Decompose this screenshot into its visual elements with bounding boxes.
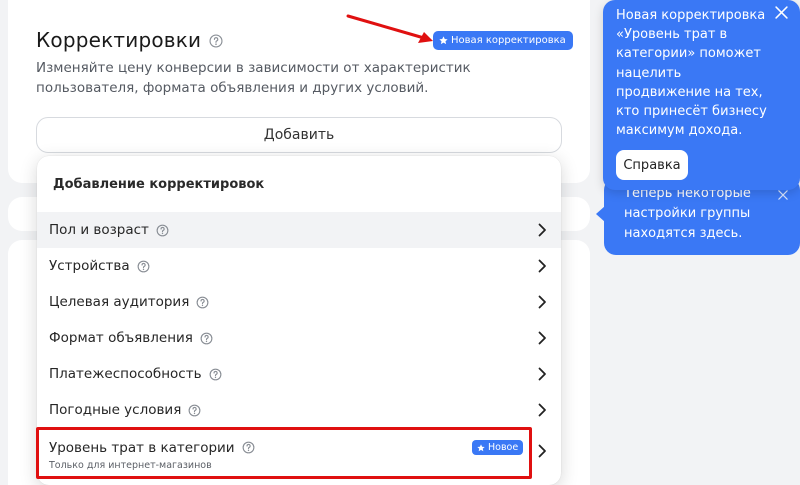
dropdown-item-label: Целевая аудитория: [49, 294, 190, 310]
tooltip-text: Новая корректировка «Уровень трат в кате…: [616, 8, 767, 139]
new-badge: Новое: [472, 440, 524, 455]
tooltip-pointer: [596, 206, 605, 222]
page-title: Корректировки: [36, 28, 202, 52]
new-badge-label: Новое: [488, 442, 519, 453]
dropdown-item-target-audience[interactable]: Целевая аудитория: [37, 284, 561, 320]
chevron-right-icon: [538, 223, 546, 237]
add-adjustments-dropdown: Добавление корректировок Пол и возраст У…: [37, 156, 561, 485]
chevron-right-icon: [538, 444, 546, 458]
chevron-right-icon: [538, 295, 546, 309]
dropdown-item-sublabel: Только для интернет-магазинов: [49, 459, 212, 471]
page-description: Изменяйте цену конверсии в зависимости о…: [36, 60, 471, 96]
dropdown-item-category-spend[interactable]: Уровень трат в категории Только для инте…: [37, 430, 561, 480]
star-icon: [477, 443, 485, 451]
help-button[interactable]: Справка: [616, 150, 688, 180]
dropdown-item-devices[interactable]: Устройства: [37, 248, 561, 284]
question-circle-icon[interactable]: [137, 260, 150, 273]
question-circle-icon[interactable]: [196, 296, 209, 309]
dropdown-item-label: Формат объявления: [49, 330, 193, 346]
dropdown-item-label: Уровень трат в категории: [49, 439, 235, 456]
chevron-right-icon: [538, 367, 546, 381]
close-icon[interactable]: [775, 6, 788, 19]
tooltip-text: Теперь некоторые настройки группы находя…: [624, 186, 751, 241]
dropdown-item-solvency[interactable]: Платежеспособность: [37, 356, 561, 392]
dropdown-item-label: Платежеспособность: [49, 366, 202, 382]
new-adjustment-badge-label: Новая корректировка: [451, 35, 566, 46]
chevron-right-icon: [538, 403, 546, 417]
new-adjustment-badge[interactable]: Новая корректировка: [433, 31, 573, 50]
star-icon: [439, 36, 448, 45]
dropdown-item-label: Пол и возраст: [49, 222, 149, 238]
annotation-arrow: [346, 14, 433, 43]
dropdown-item-gender-age[interactable]: Пол и возраст: [37, 212, 561, 248]
new-adjustment-tooltip: Новая корректировка «Уровень трат в кате…: [603, 0, 800, 190]
chevron-right-icon: [538, 331, 546, 345]
question-circle-icon[interactable]: [242, 441, 255, 454]
dropdown-item-label: Устройства: [49, 258, 130, 274]
add-button[interactable]: Добавить: [36, 117, 562, 153]
close-icon[interactable]: [778, 190, 788, 200]
dropdown-item-ad-format[interactable]: Формат объявления: [37, 320, 561, 356]
question-circle-icon[interactable]: [209, 368, 222, 381]
question-circle-icon[interactable]: [156, 224, 169, 237]
dropdown-item-label: Погодные условия: [49, 402, 182, 418]
question-circle-icon[interactable]: [209, 34, 223, 48]
dropdown-item-weather[interactable]: Погодные условия: [37, 392, 561, 428]
dropdown-item-row: Уровень трат в категории: [49, 440, 255, 456]
title-row: Корректировки: [36, 28, 223, 52]
question-circle-icon[interactable]: [200, 332, 213, 345]
dropdown-header: Добавление корректировок: [53, 176, 265, 192]
question-circle-icon[interactable]: [188, 404, 201, 417]
chevron-right-icon: [538, 259, 546, 273]
